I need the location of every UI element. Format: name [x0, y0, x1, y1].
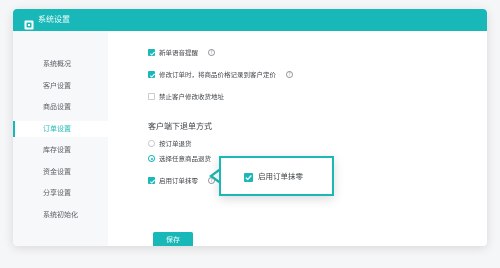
- sidebar-item-label: 商品设置: [43, 103, 71, 111]
- window-title: 系统设置: [38, 15, 70, 24]
- callout-order-rounding-label: 启用订单抹零: [258, 172, 303, 181]
- return-any-product-label: 选择任意商品退货: [159, 155, 211, 163]
- sidebar-item-label: 客户设置: [43, 82, 71, 90]
- return-by-order-label: 按订单退货: [159, 140, 192, 148]
- sidebar-item-label: 资金设置: [43, 168, 71, 176]
- sidebar-item-system-init[interactable]: 系统初始化: [13, 207, 108, 223]
- forbid-address-change-label: 禁止客户修改收货地址: [159, 93, 224, 101]
- question-circle-icon[interactable]: ?: [286, 71, 293, 78]
- forbid-address-change-checkbox[interactable]: [148, 93, 155, 100]
- order-rounding-checkbox[interactable]: [148, 177, 156, 184]
- sidebar-item-order-settings[interactable]: 订单设置: [13, 121, 108, 137]
- save-button[interactable]: 保存: [153, 232, 193, 246]
- sidebar-item-customer-settings[interactable]: 客户设置: [13, 78, 108, 94]
- settings-window-icon: [24, 15, 34, 30]
- order-rounding-label: 启用订单抹零: [159, 177, 198, 185]
- new-order-voice-alert-label: 新单语音提醒: [159, 49, 198, 57]
- settings-window: 系统设置 系统概况 客户设置 商品设置 订单设置 库存设置 资金设置 分享设置 …: [13, 9, 487, 246]
- sidebar-item-share-settings[interactable]: 分享设置: [13, 185, 108, 201]
- sidebar-item-label: 系统概况: [43, 60, 71, 68]
- order-rounding-callout: 启用订单抹零: [219, 156, 334, 196]
- new-order-voice-alert-checkbox[interactable]: [148, 49, 156, 56]
- order-settings-panel: 新单语音提醒 ? 修改订单时，将商品价格记录到客户定价 ? 禁止客户修改收货地址…: [108, 31, 487, 246]
- sidebar-item-label: 分享设置: [43, 189, 71, 197]
- sidebar-item-funds-settings[interactable]: 资金设置: [13, 164, 108, 180]
- title-bar: 系统设置: [13, 9, 487, 31]
- sidebar-item-label: 库存设置: [43, 146, 71, 154]
- return-any-product-radio[interactable]: [148, 155, 155, 162]
- sidebar: 系统概况 客户设置 商品设置 订单设置 库存设置 资金设置 分享设置 系统初始化: [13, 31, 108, 246]
- callout-order-rounding-checkbox[interactable]: [244, 173, 253, 182]
- sidebar-item-label: 系统初始化: [43, 211, 78, 219]
- sidebar-item-inventory-settings[interactable]: 库存设置: [13, 142, 108, 158]
- record-price-label: 修改订单时，将商品价格记录到客户定价: [159, 71, 276, 79]
- sidebar-item-system-overview[interactable]: 系统概况: [13, 56, 108, 72]
- sidebar-item-label: 订单设置: [43, 125, 71, 133]
- return-method-section-title: 客户端下退单方式: [148, 122, 212, 131]
- question-circle-icon[interactable]: ?: [208, 49, 215, 56]
- return-by-order-radio[interactable]: [148, 140, 155, 147]
- sidebar-item-product-settings[interactable]: 商品设置: [13, 99, 108, 115]
- record-price-checkbox[interactable]: [148, 71, 156, 78]
